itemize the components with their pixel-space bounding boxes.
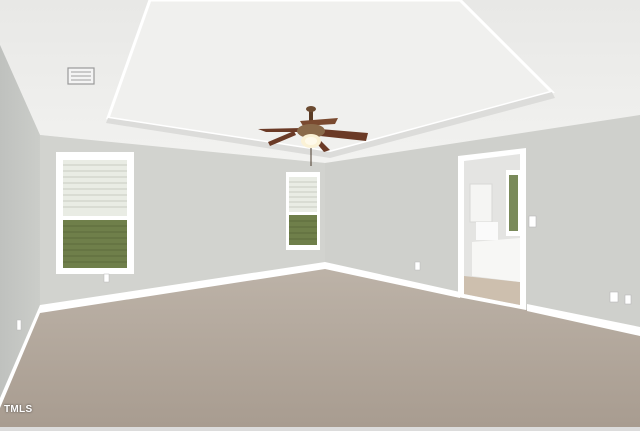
bathroom-doorway [458,148,526,310]
wall-outlet [624,294,632,305]
wall-outlet [414,261,421,271]
wall-outlet [16,319,22,331]
room-photo: TMLS [0,0,640,427]
middle-window [286,172,320,250]
wall-outlet [103,273,110,283]
light-switch [528,215,537,228]
room-illustration [0,0,640,427]
left-window [56,152,134,274]
watermark: TMLS [4,404,33,415]
wall-outlet [609,291,619,303]
